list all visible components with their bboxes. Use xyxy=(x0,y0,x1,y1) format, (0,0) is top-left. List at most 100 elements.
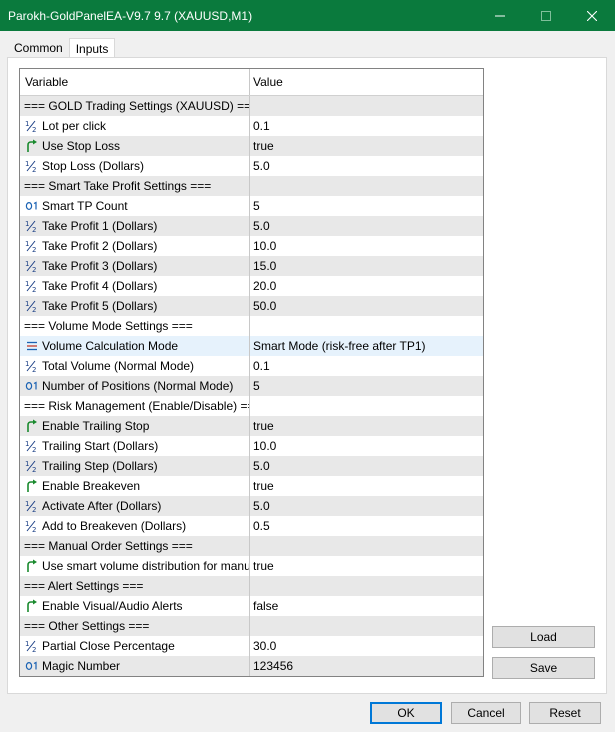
value-cell xyxy=(250,536,483,556)
variable-cell: Enable Visual/Audio Alerts xyxy=(20,596,250,616)
svg-text:1: 1 xyxy=(25,300,29,308)
window-controls xyxy=(477,0,615,31)
fraction-icon: 12 xyxy=(24,238,40,254)
variable-cell: 1 2 Stop Loss (Dollars) xyxy=(20,156,250,176)
section-row[interactable]: === Risk Management (Enable/Disable) === xyxy=(20,396,483,416)
value-cell[interactable]: true xyxy=(250,476,483,496)
value-cell[interactable]: 10.0 xyxy=(250,236,483,256)
value-cell[interactable]: 123456 xyxy=(250,656,483,676)
value-cell[interactable]: true xyxy=(250,556,483,576)
svg-text:1: 1 xyxy=(25,280,29,288)
value-cell xyxy=(250,96,483,116)
svg-text:1: 1 xyxy=(25,240,29,248)
table-row[interactable]: 1 2 Partial Close Percentage 30.0 xyxy=(20,636,483,656)
close-button[interactable] xyxy=(569,0,615,31)
value-cell[interactable]: 50.0 xyxy=(250,296,483,316)
variable-cell: Use Stop Loss xyxy=(20,136,250,156)
section-row[interactable]: === GOLD Trading Settings (XAUUSD) === xyxy=(20,96,483,116)
column-header-variable[interactable]: Variable xyxy=(20,69,250,95)
section-row[interactable]: === Volume Mode Settings === xyxy=(20,316,483,336)
value-cell xyxy=(250,576,483,596)
variable-name: Volume Calculation Mode xyxy=(42,339,179,353)
table-row[interactable]: 1 2 Take Profit 2 (Dollars) 10.0 xyxy=(20,236,483,256)
variable-name: Add to Breakeven (Dollars) xyxy=(42,519,187,533)
table-row[interactable]: Enable Visual/Audio Alerts false xyxy=(20,596,483,616)
table-row[interactable]: 1 2 Total Volume (Normal Mode) 0.1 xyxy=(20,356,483,376)
bool-arrow-icon xyxy=(24,138,40,154)
value-cell[interactable]: 5 xyxy=(250,196,483,216)
value-cell[interactable]: Smart Mode (risk-free after TP1) xyxy=(250,336,483,356)
tab-bar: Common Inputs xyxy=(8,38,116,58)
table-row[interactable]: 1 2 Take Profit 1 (Dollars) 5.0 xyxy=(20,216,483,236)
table-row[interactable]: Volume Calculation Mode Smart Mode (risk-… xyxy=(20,336,483,356)
table-row[interactable]: Magic Number 123456 xyxy=(20,656,483,676)
value-cell[interactable]: 5.0 xyxy=(250,496,483,516)
variable-cell: Volume Calculation Mode xyxy=(20,336,250,356)
variable-name: Magic Number xyxy=(42,659,121,673)
load-button[interactable]: Load xyxy=(492,626,595,648)
table-row[interactable]: 1 2 Take Profit 5 (Dollars) 50.0 xyxy=(20,296,483,316)
table-row[interactable]: 1 2 Trailing Step (Dollars) 5.0 xyxy=(20,456,483,476)
value-cell[interactable]: 0.1 xyxy=(250,356,483,376)
table-row[interactable]: 1 2 Lot per click 0.1 xyxy=(20,116,483,136)
table-row[interactable]: 1 2 Activate After (Dollars) 5.0 xyxy=(20,496,483,516)
table-row[interactable]: Use Stop Loss true xyxy=(20,136,483,156)
inputs-table[interactable]: Variable Value === GOLD Trading Settings… xyxy=(19,68,484,677)
value-cell[interactable]: 20.0 xyxy=(250,276,483,296)
value-cell[interactable]: 0.1 xyxy=(250,116,483,136)
table-row[interactable]: 1 2 Add to Breakeven (Dollars) 0.5 xyxy=(20,516,483,536)
value-cell[interactable]: 10.0 xyxy=(250,436,483,456)
table-row[interactable]: 1 2 Take Profit 3 (Dollars) 15.0 xyxy=(20,256,483,276)
variable-name: === Smart Take Profit Settings === xyxy=(24,179,212,193)
value-cell[interactable]: 5.0 xyxy=(250,216,483,236)
svg-text:2: 2 xyxy=(32,286,36,293)
tab-inputs[interactable]: Inputs xyxy=(68,38,116,58)
value-cell[interactable]: true xyxy=(250,416,483,436)
value-cell[interactable]: 5.0 xyxy=(250,156,483,176)
value-cell[interactable]: 5.0 xyxy=(250,456,483,476)
table-row[interactable]: Smart TP Count 5 xyxy=(20,196,483,216)
value-cell[interactable]: false xyxy=(250,596,483,616)
table-row[interactable]: 1 2 Trailing Start (Dollars) 10.0 xyxy=(20,436,483,456)
svg-text:2: 2 xyxy=(32,246,36,253)
svg-text:2: 2 xyxy=(32,366,36,373)
maximize-button[interactable] xyxy=(523,0,569,31)
section-row[interactable]: === Manual Order Settings === xyxy=(20,536,483,556)
ok-button[interactable]: OK xyxy=(370,702,442,724)
table-row[interactable]: Enable Breakeven true xyxy=(20,476,483,496)
minimize-button[interactable] xyxy=(477,0,523,31)
maximize-icon xyxy=(541,10,551,21)
table-row[interactable]: 1 2 Take Profit 4 (Dollars) 20.0 xyxy=(20,276,483,296)
svg-text:1: 1 xyxy=(25,160,29,168)
variable-name: Smart TP Count xyxy=(42,199,128,213)
variable-cell: 1 2 Add to Breakeven (Dollars) xyxy=(20,516,250,536)
integer-icon xyxy=(24,658,40,674)
value-cell[interactable]: true xyxy=(250,136,483,156)
column-header-value[interactable]: Value xyxy=(250,69,483,95)
section-row[interactable]: === Smart Take Profit Settings === xyxy=(20,176,483,196)
table-row[interactable]: Use smart volume distribution for manua.… xyxy=(20,556,483,576)
section-row[interactable]: === Other Settings === xyxy=(20,616,483,636)
cancel-button[interactable]: Cancel xyxy=(451,702,521,724)
value-cell[interactable]: 0.5 xyxy=(250,516,483,536)
value-cell[interactable]: 30.0 xyxy=(250,636,483,656)
value-cell[interactable]: 15.0 xyxy=(250,256,483,276)
save-button[interactable]: Save xyxy=(492,657,595,679)
section-row[interactable]: === Alert Settings === xyxy=(20,576,483,596)
fraction-icon: 12 xyxy=(24,438,40,454)
value-cell[interactable]: 5 xyxy=(250,376,483,396)
table-row[interactable]: 1 2 Stop Loss (Dollars) 5.0 xyxy=(20,156,483,176)
variable-name: Use Stop Loss xyxy=(42,139,121,153)
fraction-icon: 12 xyxy=(24,458,40,474)
table-row[interactable]: Enable Trailing Stop true xyxy=(20,416,483,436)
variable-cell: === Manual Order Settings === xyxy=(20,536,250,556)
reset-button[interactable]: Reset xyxy=(529,702,601,724)
table-row[interactable]: Number of Positions (Normal Mode) 5 xyxy=(20,376,483,396)
variable-cell: === Alert Settings === xyxy=(20,576,250,596)
value-cell xyxy=(250,316,483,336)
variable-name: Take Profit 2 (Dollars) xyxy=(42,239,158,253)
tab-common[interactable]: Common xyxy=(8,38,69,58)
fraction-icon: 12 xyxy=(24,298,40,314)
variable-cell: 1 2 Lot per click xyxy=(20,116,250,136)
variable-name: Number of Positions (Normal Mode) xyxy=(42,379,234,393)
